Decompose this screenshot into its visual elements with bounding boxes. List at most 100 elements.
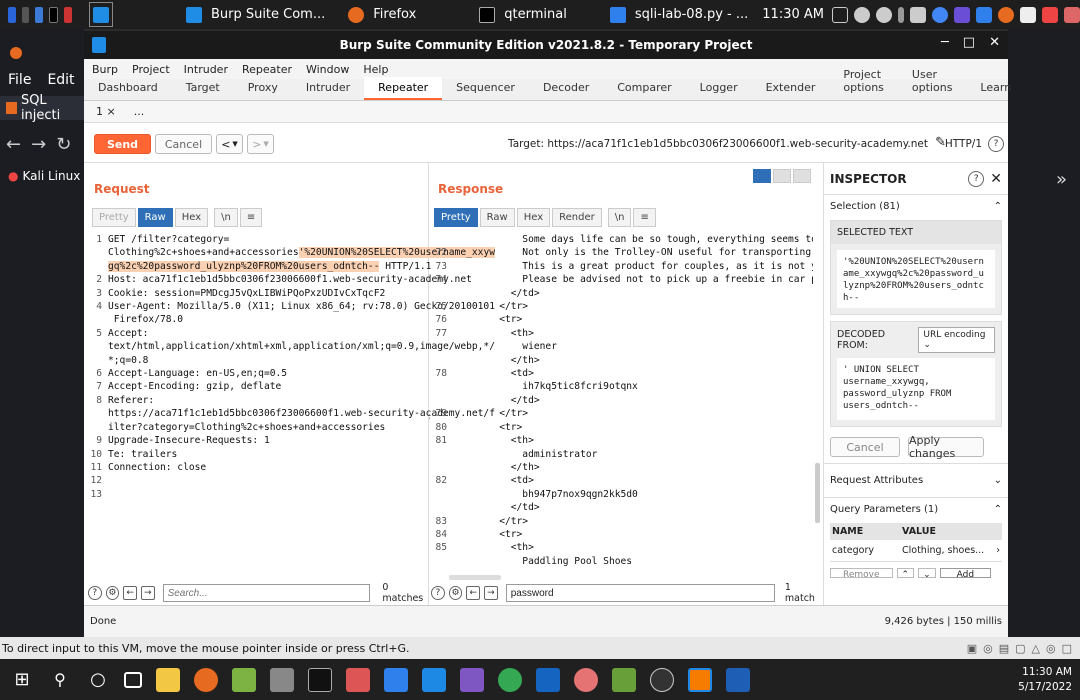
menu-repeater[interactable]: Repeater: [242, 63, 292, 76]
visual-studio-icon[interactable]: [460, 667, 484, 692]
calculator-icon[interactable]: [270, 667, 294, 692]
file-explorer-icon[interactable]: [156, 667, 180, 692]
help-icon[interactable]: ?: [988, 136, 1004, 152]
menu-burp[interactable]: Burp: [92, 63, 118, 76]
rdp-icon[interactable]: [384, 667, 408, 692]
request-prev-match-icon[interactable]: ←: [123, 586, 137, 600]
reload-icon[interactable]: ↻: [56, 134, 71, 155]
network-icon[interactable]: ▤: [999, 642, 1009, 655]
vm-settings-icon[interactable]: ◎: [1046, 642, 1056, 655]
decoded-text-value[interactable]: ' UNION SELECT username_xxywgq, password…: [837, 358, 995, 420]
menu-project[interactable]: Project: [132, 63, 170, 76]
request-tab-hex[interactable]: Hex: [174, 208, 209, 227]
next-button[interactable]: > ▼: [247, 134, 274, 154]
maximize-icon[interactable]: □: [963, 35, 975, 50]
subtab-new[interactable]: ...: [134, 105, 145, 118]
tab-extender[interactable]: Extender: [752, 77, 830, 100]
vmware-icon[interactable]: [688, 667, 712, 692]
app-icon[interactable]: [954, 6, 970, 23]
app-circle-icon[interactable]: [650, 667, 674, 692]
move-down-icon[interactable]: ⌄: [918, 568, 936, 578]
response-menu-icon[interactable]: ≡: [633, 208, 656, 227]
taskbar-qterminal[interactable]: qterminal: [466, 0, 577, 29]
powershell-icon[interactable]: [536, 667, 560, 692]
tab-dashboard[interactable]: Dashboard: [84, 77, 172, 100]
response-next-match-icon[interactable]: →: [484, 586, 498, 600]
menu-edit[interactable]: Edit: [39, 72, 82, 88]
tab-user-options[interactable]: User options: [898, 64, 967, 100]
request-next-match-icon[interactable]: →: [140, 586, 155, 600]
workspace-switcher[interactable]: [88, 2, 113, 27]
response-editor[interactable]: Some days life can be so tough, everythi…: [433, 233, 813, 571]
response-hscrollbar[interactable]: [449, 575, 501, 580]
taskbar-vscode[interactable]: sqli-lab-08.py - ...: [597, 0, 758, 29]
request-help-icon[interactable]: ?: [88, 586, 102, 600]
forward-icon[interactable]: →: [31, 134, 46, 155]
add-param-button[interactable]: Add: [939, 568, 992, 578]
cmd-icon[interactable]: [308, 667, 332, 692]
decoding-select[interactable]: URL encoding ⌄: [918, 327, 995, 353]
firefox-app-icon[interactable]: [194, 667, 218, 692]
windows-clock[interactable]: 11:30 AM 5/17/2022: [1018, 665, 1080, 695]
request-newline-toggle[interactable]: \n: [214, 208, 238, 227]
collapse-icon[interactable]: ⌃: [994, 201, 1002, 212]
menu-window[interactable]: Window: [306, 63, 349, 76]
window-icon[interactable]: [35, 6, 44, 23]
workspace-icon[interactable]: [21, 6, 30, 23]
request-tab-pretty[interactable]: Pretty: [92, 208, 136, 227]
kali-menu-icon[interactable]: [8, 6, 16, 23]
layout-side-by-side-icon[interactable]: [753, 169, 771, 183]
firefox-tray-icon[interactable]: [998, 6, 1014, 23]
target-url[interactable]: Target: https://aca71f1c1eb1d5bbc0306f23…: [508, 138, 928, 150]
tab-comparer[interactable]: Comparer: [603, 77, 685, 100]
chrome-app-icon[interactable]: [498, 667, 522, 692]
inspector-close-icon[interactable]: ✕: [990, 171, 1002, 187]
response-tab-raw[interactable]: Raw: [479, 208, 515, 227]
tab-repeater[interactable]: Repeater: [364, 77, 443, 100]
response-tab-render[interactable]: Render: [552, 208, 602, 227]
vm-menu-icon[interactable]: □: [1062, 642, 1072, 655]
sound-icon[interactable]: △: [1032, 642, 1040, 655]
task-view-icon[interactable]: [124, 671, 142, 688]
collapse-query-icon[interactable]: ⌃: [994, 504, 1002, 515]
request-editor[interactable]: 1 GET /filter?category= Clothing%2c+shoes+…: [88, 233, 495, 501]
request-attributes-section[interactable]: Request Attributes ⌄: [824, 464, 1008, 498]
subtab-1[interactable]: 1 ×: [96, 105, 116, 118]
tab-project-options[interactable]: Project options: [829, 64, 898, 100]
move-up-icon[interactable]: ⌃: [896, 568, 915, 578]
taskbar-firefox[interactable]: Firefox: [335, 0, 426, 29]
vscode-app-icon[interactable]: [422, 667, 446, 692]
hdd-icon[interactable]: ▣: [967, 642, 977, 655]
app3-icon[interactable]: [1064, 6, 1080, 23]
terminal-icon[interactable]: [49, 6, 58, 23]
response-tab-pretty[interactable]: Pretty: [434, 208, 478, 227]
volume-icon[interactable]: [854, 6, 870, 23]
request-menu-icon[interactable]: ≡: [239, 208, 263, 227]
menu-file[interactable]: File: [0, 72, 39, 88]
recorder-icon[interactable]: [63, 6, 72, 23]
expand-icon[interactable]: ⌄: [994, 475, 1002, 486]
cancel-button[interactable]: Cancel: [155, 134, 212, 154]
layout-top-bottom-icon[interactable]: [773, 169, 791, 183]
vscode-tray-icon[interactable]: [976, 6, 992, 23]
browser-tab[interactable]: SQL injecti: [0, 93, 84, 123]
selected-text-value[interactable]: '%20UNION%20SELECT%20username_xxywgq%2c%…: [837, 250, 995, 308]
tab-decoder[interactable]: Decoder: [529, 77, 603, 100]
lock-icon[interactable]: [910, 6, 926, 23]
menu-intruder[interactable]: Intruder: [184, 63, 228, 76]
minimize-icon[interactable]: ─: [941, 35, 949, 50]
remove-param-button[interactable]: Remove: [830, 568, 893, 578]
response-newline-toggle[interactable]: \n: [607, 208, 632, 227]
taskbar-burp[interactable]: Burp Suite Com...: [173, 0, 335, 29]
apply-changes-button[interactable]: Apply changes: [908, 434, 984, 460]
cortana-icon[interactable]: ○: [86, 668, 110, 692]
usb-icon[interactable]: ▢: [1015, 642, 1025, 655]
request-search-input[interactable]: [162, 584, 371, 602]
inspector-cancel-button[interactable]: Cancel: [830, 437, 900, 457]
app-red-icon[interactable]: [574, 667, 598, 692]
notification-icon[interactable]: [876, 6, 892, 23]
paint-icon[interactable]: [346, 667, 370, 692]
app2-icon[interactable]: [1042, 6, 1058, 23]
back-icon[interactable]: ←: [6, 134, 21, 155]
layout-tabs-icon[interactable]: [793, 169, 811, 183]
